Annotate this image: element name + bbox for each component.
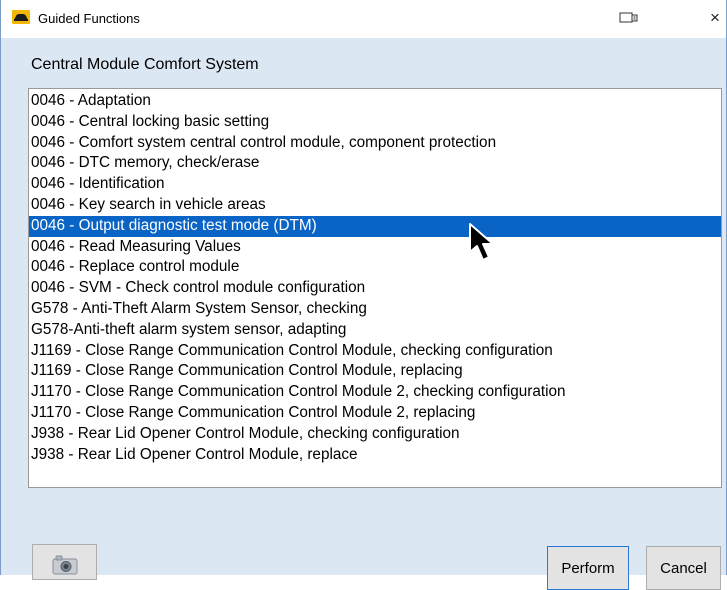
guided-function-list[interactable]: 0046 - Adaptation 0046 - Central locking … bbox=[28, 88, 722, 488]
module-title: Central Module Comfort System bbox=[31, 56, 259, 73]
cancel-button[interactable]: Cancel bbox=[646, 546, 721, 590]
window-title: Guided Functions bbox=[38, 11, 140, 26]
list-item[interactable]: G578 - Anti-Theft Alarm System Sensor, c… bbox=[29, 299, 721, 320]
list-item[interactable]: 0046 - Identification bbox=[29, 174, 721, 195]
list-item[interactable]: J1170 - Close Range Communication Contro… bbox=[29, 403, 721, 424]
perform-button[interactable]: Perform bbox=[547, 546, 629, 590]
list-item[interactable]: 0046 - Adaptation bbox=[29, 91, 721, 112]
list-item[interactable]: 0046 - Read Measuring Values bbox=[29, 237, 721, 258]
list-item[interactable]: 0046 - DTC memory, check/erase bbox=[29, 153, 721, 174]
list-item[interactable]: 0046 - Comfort system central control mo… bbox=[29, 133, 721, 154]
close-icon[interactable]: × bbox=[704, 6, 726, 30]
list-item[interactable]: J1170 - Close Range Communication Contro… bbox=[29, 382, 721, 403]
guided-functions-window: Guided Functions × Central Module Comfor… bbox=[0, 0, 727, 590]
list-item[interactable]: J938 - Rear Lid Opener Control Module, r… bbox=[29, 445, 721, 466]
list-item[interactable]: 0046 - SVM - Check control module config… bbox=[29, 278, 721, 299]
list-item[interactable]: 0046 - Central locking basic setting bbox=[29, 112, 721, 133]
app-car-icon bbox=[12, 10, 30, 24]
list-item[interactable]: J938 - Rear Lid Opener Control Module, c… bbox=[29, 424, 721, 445]
list-item[interactable]: J1169 - Close Range Communication Contro… bbox=[29, 341, 721, 362]
camera-icon bbox=[52, 555, 77, 574]
list-item[interactable]: G578-Anti-theft alarm system sensor, ada… bbox=[29, 320, 721, 341]
list-item[interactable]: 0046 - Replace control module bbox=[29, 257, 721, 278]
restore-window-icon[interactable] bbox=[619, 10, 639, 26]
list-item[interactable]: 0046 - Key search in vehicle areas bbox=[29, 195, 721, 216]
list-item[interactable]: J1169 - Close Range Communication Contro… bbox=[29, 361, 721, 382]
title-bar[interactable]: Guided Functions × bbox=[1, 0, 726, 38]
list-item-selected[interactable]: 0046 - Output diagnostic test mode (DTM) bbox=[29, 215, 721, 237]
